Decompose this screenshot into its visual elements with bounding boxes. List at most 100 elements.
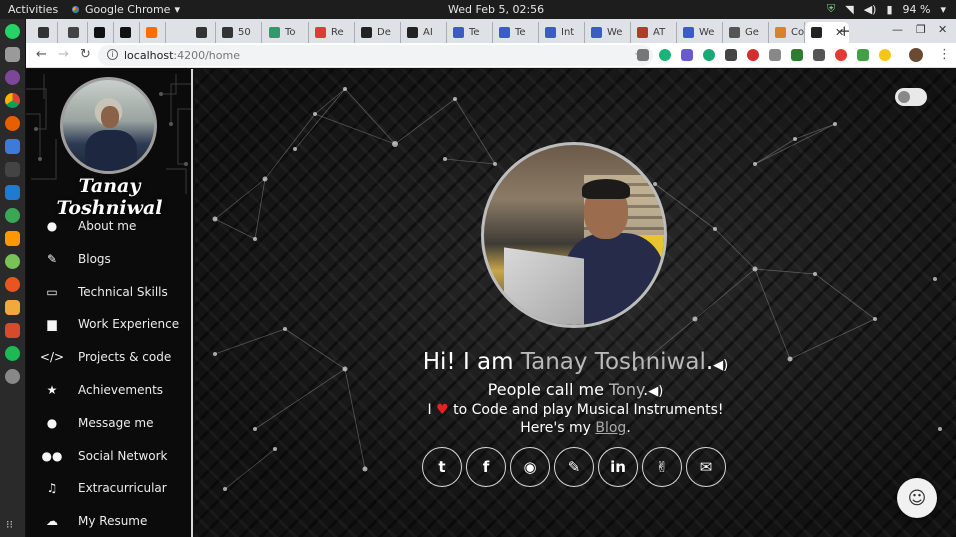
vscode-icon[interactable] bbox=[5, 185, 20, 200]
settings-icon[interactable] bbox=[5, 369, 20, 384]
extension-icon[interactable] bbox=[791, 49, 803, 61]
sidebar-item-extracurricular[interactable]: ♫ Extracurricular bbox=[26, 473, 191, 503]
blog-suffix: . bbox=[626, 420, 631, 436]
reload-icon[interactable]: ↻ bbox=[80, 47, 91, 62]
browser-tab[interactable]: We bbox=[677, 22, 723, 43]
sidebar-item-projects-code[interactable]: </> Projects & code bbox=[26, 342, 191, 372]
ubuntu-software-icon[interactable] bbox=[5, 277, 20, 292]
browser-tab[interactable]: 50 bbox=[216, 22, 262, 43]
browser-tab[interactable] bbox=[190, 22, 216, 43]
twitter-link[interactable]: t bbox=[422, 447, 462, 487]
text-editor-icon[interactable] bbox=[5, 300, 20, 315]
extension-icon[interactable] bbox=[747, 49, 759, 61]
show-apps-icon[interactable]: ⁝⁝ bbox=[6, 518, 19, 531]
tab-favicon-icon bbox=[146, 27, 157, 38]
whatsapp-icon[interactable] bbox=[5, 24, 20, 39]
browser-tab[interactable]: To bbox=[263, 22, 309, 43]
browser-tab[interactable]: Co bbox=[769, 22, 805, 43]
extension-icon[interactable] bbox=[637, 49, 649, 61]
peace-hand-link[interactable]: ✌ bbox=[642, 447, 682, 487]
tab-label: AI bbox=[423, 27, 433, 38]
forward-icon[interactable]: → bbox=[58, 47, 69, 62]
extension-icon[interactable] bbox=[769, 49, 781, 61]
sidebar-item-technical-skills[interactable]: ▭ Technical Skills bbox=[26, 277, 191, 307]
browser-tab[interactable] bbox=[114, 22, 140, 43]
system-tray[interactable]: ⛨ ◥ ◀) ▮ 94 % ▾ bbox=[827, 2, 946, 16]
heart-icon: ♥ bbox=[436, 402, 449, 418]
linkedin-icon: in bbox=[610, 458, 626, 476]
extension-icon[interactable] bbox=[857, 49, 869, 61]
sidebar-item-my-resume[interactable]: ☁ My Resume bbox=[26, 506, 191, 536]
browser-tab[interactable]: Re bbox=[309, 22, 355, 43]
browser-tab[interactable]: We bbox=[585, 22, 631, 43]
sidebar-item-about-me[interactable]: ● About me bbox=[26, 211, 191, 241]
laptop-icon: ▭ bbox=[46, 284, 58, 299]
browser-tab[interactable]: AT bbox=[631, 22, 677, 43]
more-menu-icon[interactable]: ⋮ bbox=[938, 47, 951, 62]
close-window-button[interactable]: ✕ bbox=[938, 23, 947, 36]
firefox-icon[interactable] bbox=[5, 116, 20, 131]
browser-tab[interactable] bbox=[32, 22, 58, 43]
sidebar-item-message-me[interactable]: ● Message me bbox=[26, 408, 191, 438]
browser-tab[interactable] bbox=[140, 22, 166, 43]
nickname-line: People call me Tony.◀) bbox=[195, 380, 956, 399]
browser-tab[interactable] bbox=[62, 22, 88, 43]
extension-icon[interactable] bbox=[813, 49, 825, 61]
browser-tab[interactable]: De bbox=[355, 22, 401, 43]
new-tab-button[interactable]: + bbox=[838, 22, 851, 40]
speaker-icon[interactable]: ◀) bbox=[648, 384, 663, 399]
browser-tab[interactable]: AI bbox=[401, 22, 447, 43]
browser-tab[interactable]: Int bbox=[539, 22, 585, 43]
sidebar-item-blogs[interactable]: ✎ Blogs bbox=[26, 244, 191, 274]
extension-icon[interactable] bbox=[681, 49, 693, 61]
tab-favicon-icon bbox=[222, 27, 233, 38]
tab-favicon-icon bbox=[68, 27, 79, 38]
extension-icon[interactable] bbox=[835, 49, 847, 61]
sidebar-item-social-network[interactable]: ●● Social Network bbox=[26, 441, 191, 471]
maximize-button[interactable]: ❐ bbox=[916, 23, 926, 36]
android-icon[interactable] bbox=[5, 254, 20, 269]
globe-icon[interactable] bbox=[5, 208, 20, 223]
pencil-link[interactable]: ✎ bbox=[554, 447, 594, 487]
clock[interactable]: Wed Feb 5, 02:56 bbox=[448, 3, 544, 16]
app-menu[interactable]: Google Chrome ▾ bbox=[70, 3, 180, 16]
blog-prefix: Here's my bbox=[520, 420, 596, 436]
facebook-link[interactable]: f bbox=[466, 447, 506, 487]
browser-tab[interactable]: Te bbox=[493, 22, 539, 43]
chat-bot-button[interactable]: ☺ bbox=[897, 478, 937, 518]
address-path: :4200/home bbox=[173, 49, 240, 62]
extension-icon[interactable] bbox=[879, 49, 891, 61]
sidebar-item-work-experience[interactable]: ▆ Work Experience bbox=[26, 309, 191, 339]
activities-button[interactable]: Activities bbox=[8, 3, 58, 16]
minimize-button[interactable]: — bbox=[892, 23, 903, 36]
tab-favicon-icon bbox=[315, 27, 326, 38]
extension-icon[interactable] bbox=[659, 49, 671, 61]
profile-avatar[interactable] bbox=[909, 48, 923, 62]
tab-favicon-icon bbox=[545, 27, 556, 38]
theme-toggle[interactable] bbox=[895, 88, 927, 106]
extension-icon[interactable] bbox=[703, 49, 715, 61]
browser-tab[interactable]: Ge bbox=[723, 22, 769, 43]
extension-icon[interactable] bbox=[725, 49, 737, 61]
github-link[interactable]: ◉ bbox=[510, 447, 550, 487]
speaker-icon[interactable]: ◀) bbox=[713, 358, 728, 373]
tab-strip: 50 To Re De AI Te Te Int We AT We Ge Co ✕ + — ❐ ✕ bbox=[26, 19, 956, 43]
browser-tab[interactable]: Te bbox=[447, 22, 493, 43]
back-icon[interactable]: ← bbox=[36, 47, 47, 62]
address-bar[interactable]: i localhost:4200/home ☆ bbox=[98, 45, 653, 66]
linkedin-link[interactable]: in bbox=[598, 447, 638, 487]
chrome-icon[interactable] bbox=[5, 93, 20, 108]
address-host: localhost bbox=[124, 49, 174, 62]
envelope-link[interactable]: ✉ bbox=[686, 447, 726, 487]
tor-browser-icon[interactable] bbox=[5, 70, 20, 85]
terminal-icon[interactable] bbox=[5, 162, 20, 177]
vlc-icon[interactable] bbox=[5, 323, 20, 338]
spotify-icon[interactable] bbox=[5, 346, 20, 361]
chat-app-icon[interactable] bbox=[5, 139, 20, 154]
archive-icon[interactable] bbox=[5, 47, 20, 62]
blog-link[interactable]: Blog bbox=[595, 420, 626, 436]
info-icon[interactable]: i bbox=[107, 49, 118, 60]
sublime-icon[interactable] bbox=[5, 231, 20, 246]
sidebar-item-achievements[interactable]: ★ Achievements bbox=[26, 375, 191, 405]
browser-tab[interactable] bbox=[88, 22, 114, 43]
